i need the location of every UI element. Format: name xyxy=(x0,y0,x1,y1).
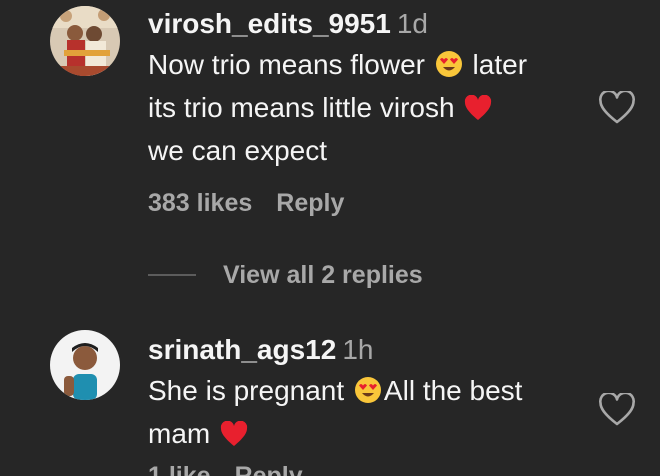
heart-outline-icon[interactable] xyxy=(598,391,636,427)
comment-time: 1d xyxy=(396,8,428,39)
username-link[interactable]: srinath_ags12 xyxy=(148,334,336,365)
view-replies-button[interactable]: View all 2 replies xyxy=(148,258,423,292)
comment-text: Now trio means flower later its trio mea… xyxy=(148,49,528,166)
likes-count[interactable]: 1 like xyxy=(148,462,211,476)
wedding-couple-photo xyxy=(50,6,120,76)
heart-eyes-emoji xyxy=(435,49,463,88)
avatar[interactable] xyxy=(50,6,120,76)
comment-actions: 1 like Reply xyxy=(148,462,303,476)
comment-actions: 383 likes Reply xyxy=(148,189,588,218)
comment-time: 1h xyxy=(342,334,374,365)
heart-outline-icon[interactable] xyxy=(598,89,636,125)
heart-eyes-emoji xyxy=(354,375,382,414)
reply-button[interactable]: Reply xyxy=(276,189,344,217)
divider-line xyxy=(148,274,196,276)
red-heart-emoji xyxy=(464,92,492,131)
reply-button[interactable]: Reply xyxy=(235,462,303,476)
person-photo xyxy=(50,330,120,400)
comment-text: She is pregnant All the best mam xyxy=(148,371,588,457)
comment-header: virosh_edits_9951 1d xyxy=(148,7,588,41)
comment-item: srinath_ags12 1h She is pregnant All the … xyxy=(0,320,660,476)
red-heart-emoji xyxy=(220,418,248,457)
comment-header: srinath_ags12 1h xyxy=(148,333,588,367)
view-replies-label: View all 2 replies xyxy=(223,260,423,289)
comments-panel: virosh_edits_9951 1d Now trio means flowe… xyxy=(0,0,660,476)
comment-item: virosh_edits_9951 1d Now trio means flowe… xyxy=(0,0,660,300)
avatar[interactable] xyxy=(50,330,120,400)
likes-count[interactable]: 383 likes xyxy=(148,189,252,217)
username-link[interactable]: virosh_edits_9951 xyxy=(148,8,391,39)
comment-body: virosh_edits_9951 1d Now trio means flowe… xyxy=(148,7,588,218)
comment-body: srinath_ags12 1h She is pregnant All the … xyxy=(148,333,588,457)
